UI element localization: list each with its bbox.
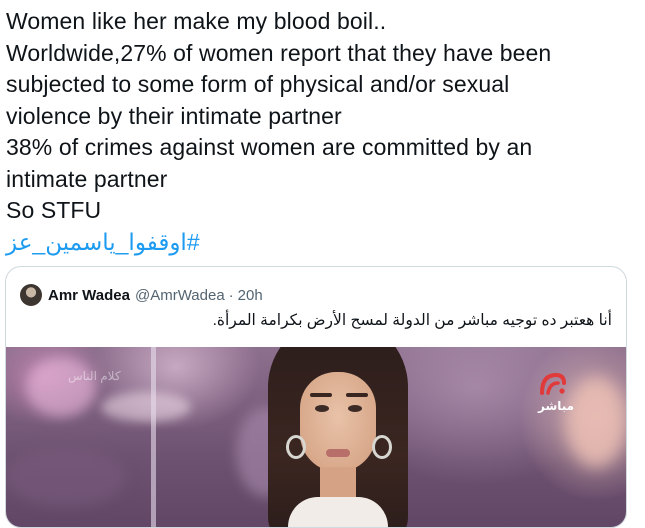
tweet-line: Women like her make my blood boil.. <box>6 8 387 34</box>
quoted-timestamp[interactable]: 20h <box>238 287 263 304</box>
right-earring <box>372 435 392 459</box>
separator-dot: · <box>228 286 234 304</box>
quoted-tweet-text: أنا هعتبر ده توجيه مباشر من الدولة لمسح … <box>212 312 612 329</box>
avatar[interactable] <box>20 284 42 306</box>
hashtag-link[interactable]: #اوقفوا_ياسمين_عز <box>6 227 200 259</box>
shirt <box>288 497 388 527</box>
show-watermark: كلام الناس <box>68 369 121 383</box>
left-eye <box>315 405 329 412</box>
background-light <box>6 447 126 507</box>
lips <box>326 449 350 457</box>
tweet-line: 38% of crimes against women are committe… <box>6 134 533 160</box>
background-light <box>26 357 96 417</box>
quoted-tweet-header: Amr Wadea @AmrWadea · 20h <box>20 283 263 307</box>
right-eye <box>348 405 362 412</box>
tweet-line: Worldwide,27% of women report that they … <box>6 39 552 66</box>
quoted-author-name[interactable]: Amr Wadea <box>48 287 130 304</box>
tweet-line: So STFU <box>6 197 102 223</box>
left-earring <box>286 435 306 459</box>
quoted-tweet-video[interactable]: كلام الناس مباشر <box>6 347 626 527</box>
background-light <box>566 377 626 467</box>
quoted-tweet-card[interactable]: Amr Wadea @AmrWadea · 20h أنا هعتبر ده ت… <box>5 266 627 528</box>
channel-logo-icon <box>540 372 566 395</box>
live-badge: مباشر <box>538 399 575 413</box>
left-brow <box>310 393 332 397</box>
microphone-stand <box>151 347 156 527</box>
face <box>300 372 376 472</box>
tweet-body: Women like her make my blood boil.. Worl… <box>6 6 642 258</box>
background-light <box>101 392 191 422</box>
presenter-figure <box>268 347 408 527</box>
tweet-line: violence by their intimate partner <box>6 102 342 129</box>
right-brow <box>346 393 368 397</box>
tweet-line: intimate partner <box>6 165 168 192</box>
quoted-author-handle[interactable]: @AmrWadea <box>135 287 225 304</box>
tweet-line: subjected to some form of physical and/o… <box>6 71 510 97</box>
